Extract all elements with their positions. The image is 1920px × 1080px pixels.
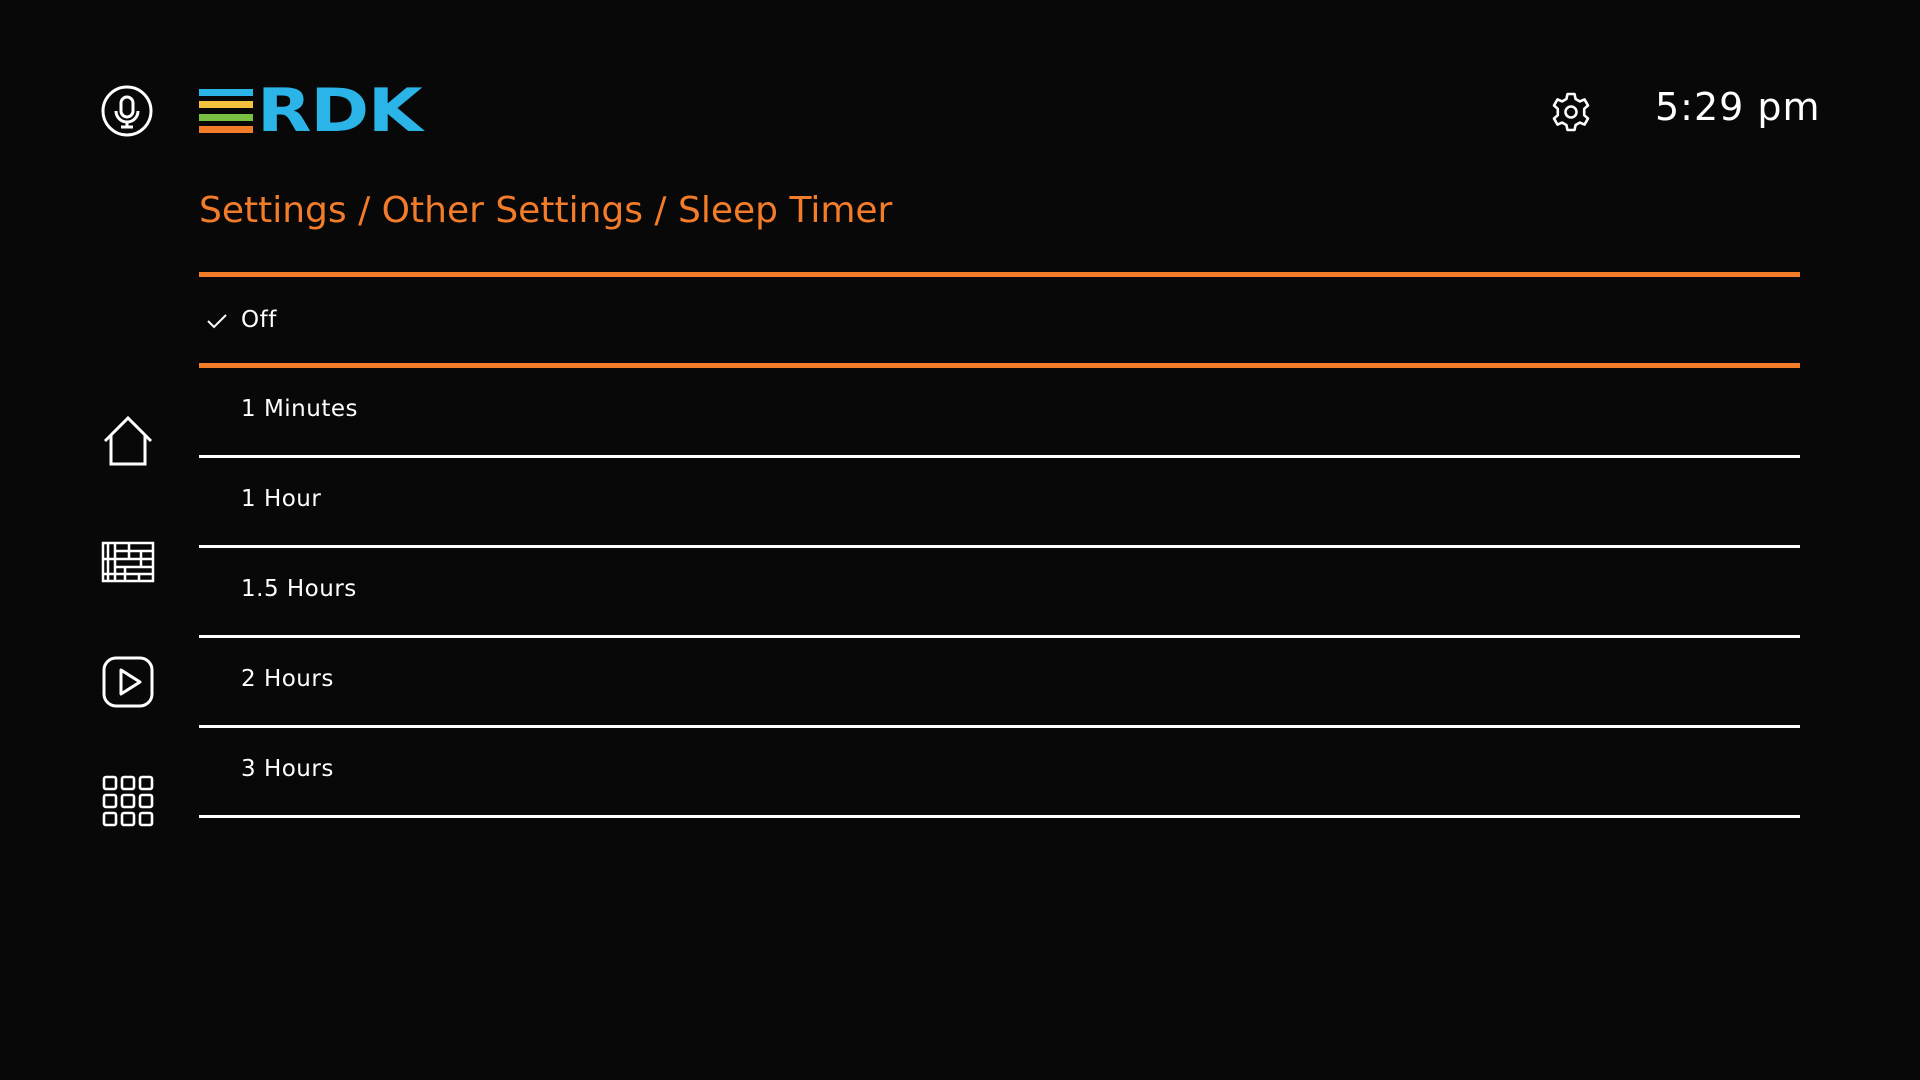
logo-text: RDK xyxy=(257,76,423,146)
checkmark-icon xyxy=(207,314,227,329)
sidebar-item-guide[interactable] xyxy=(101,538,155,588)
logo-bar-orange xyxy=(199,125,253,133)
logo-bar-blue xyxy=(199,89,253,96)
option-1-hour[interactable]: 1 Hour xyxy=(199,458,1800,548)
option-label: 1 Minutes xyxy=(241,396,358,422)
clock: 5:29 pm xyxy=(1655,85,1821,129)
home-icon xyxy=(103,415,153,466)
option-label: 1 Hour xyxy=(241,486,322,512)
microphone-button[interactable] xyxy=(101,85,153,137)
settings-button[interactable] xyxy=(1548,89,1594,135)
microphone-icon xyxy=(101,85,153,137)
option-off[interactable]: Off xyxy=(199,272,1800,368)
epg-grid-icon xyxy=(101,541,155,583)
logo-bar-yellow xyxy=(199,101,253,109)
logo-bar-green xyxy=(199,113,253,121)
breadcrumb: Settings / Other Settings / Sleep Timer xyxy=(199,190,893,231)
logo-bars xyxy=(199,89,253,133)
option-label: Off xyxy=(241,307,277,333)
option-2-hours[interactable]: 2 Hours xyxy=(199,638,1800,728)
play-icon xyxy=(102,656,154,708)
gear-icon xyxy=(1552,92,1590,132)
option-1-5-hours[interactable]: 1.5 Hours xyxy=(199,548,1800,638)
option-label: 2 Hours xyxy=(241,666,334,692)
option-label: 3 Hours xyxy=(241,756,334,782)
sleep-timer-options: Off 1 Minutes 1 Hour 1.5 Hours 2 Hours 3… xyxy=(199,272,1800,818)
apps-grid-icon xyxy=(102,775,154,827)
option-label: 1.5 Hours xyxy=(241,576,357,602)
sidebar-item-home[interactable] xyxy=(101,414,155,468)
app-root: RDK 5:29 pm Settings / Other Settings / … xyxy=(0,0,1920,1080)
option-3-hours[interactable]: 3 Hours xyxy=(199,728,1800,818)
sidebar-item-apps[interactable] xyxy=(101,774,155,828)
option-1-minutes[interactable]: 1 Minutes xyxy=(199,368,1800,458)
rdk-logo: RDK xyxy=(199,81,423,141)
sidebar-item-play[interactable] xyxy=(101,655,155,709)
